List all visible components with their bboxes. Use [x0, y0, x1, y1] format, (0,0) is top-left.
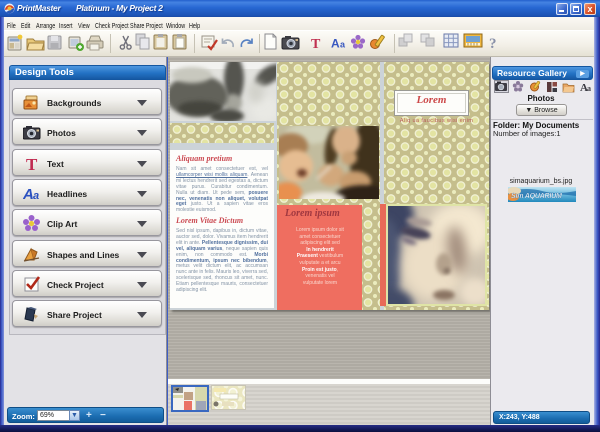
- svg-text:T: T: [26, 155, 38, 173]
- svg-text:A: A: [331, 37, 340, 51]
- svg-text:a: a: [340, 40, 346, 50]
- svg-text:T: T: [311, 37, 321, 52]
- svg-text:a: a: [33, 190, 39, 202]
- svg-text:Sım AQUARIUM: Sım AQUARIUM: [511, 193, 562, 200]
- svg-text:?: ?: [489, 36, 497, 52]
- svg-text:a: a: [587, 84, 591, 93]
